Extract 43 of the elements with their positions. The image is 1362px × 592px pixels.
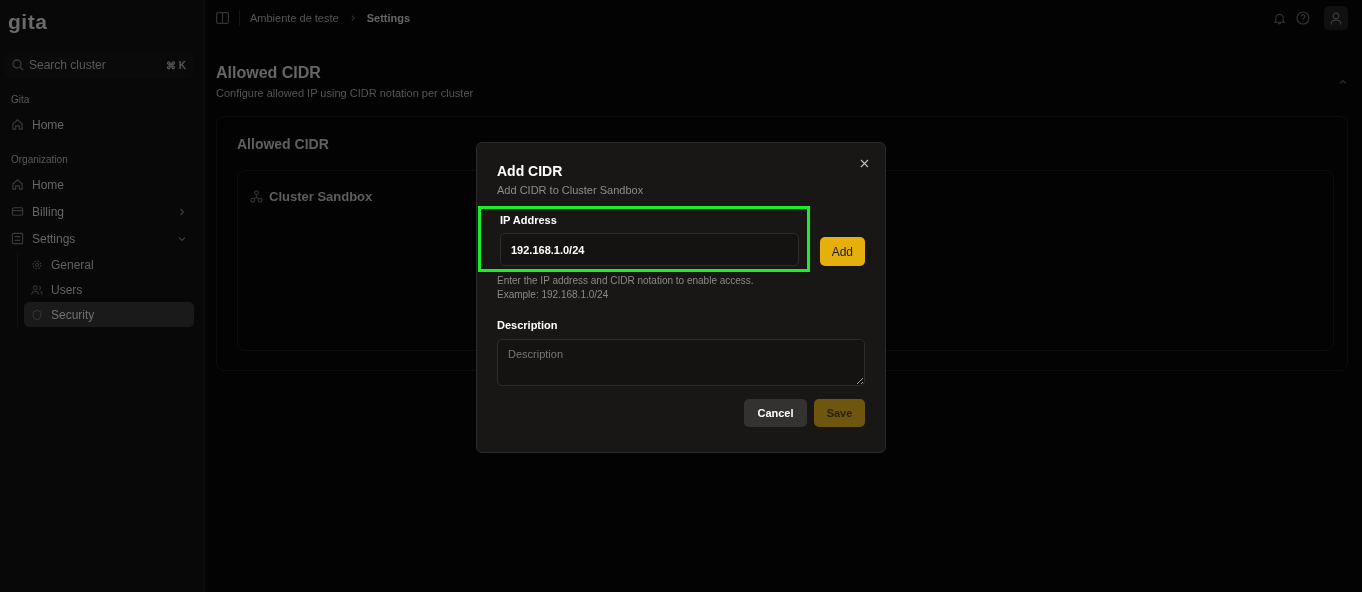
sidebar-toggle-icon[interactable]	[216, 12, 229, 24]
users-icon	[31, 283, 43, 296]
user-avatar-button[interactable]	[1324, 6, 1348, 30]
example-text: Example: 192.168.1.0/24	[497, 289, 609, 300]
dialog-subtitle: Add CIDR to Cluster Sandbox	[497, 184, 644, 196]
sidebar-item[interactable]: Settings	[4, 225, 194, 252]
shield-icon	[31, 308, 43, 321]
card-title: Allowed CIDR	[237, 136, 329, 152]
close-icon[interactable]	[860, 159, 869, 168]
page-subtitle: Configure allowed IP using CIDR notation per cluster	[216, 87, 474, 99]
add-button[interactable]: Add	[819, 237, 865, 266]
card-icon	[11, 205, 24, 218]
dialog-title: Add CIDR	[497, 163, 563, 179]
section-label: Gita	[11, 94, 30, 105]
sidebar-item[interactable]: Users	[24, 277, 194, 302]
cluster-name: Cluster Sandbox	[269, 189, 373, 204]
cluster-icon	[250, 190, 263, 203]
search-field[interactable]: Search cluster	[29, 58, 161, 72]
search-icon	[12, 59, 24, 71]
sidebar-item[interactable]: General	[24, 252, 194, 277]
bell-icon[interactable]	[1273, 11, 1286, 25]
shortcut-hint: ⌘ K	[166, 59, 186, 71]
page-title: Allowed CIDR	[216, 64, 322, 82]
logo: gita	[7, 10, 48, 34]
breadcrumb-item: Settings	[366, 12, 411, 24]
breadcrumb-item[interactable]: Ambiente de teste	[250, 12, 339, 24]
cancel-button[interactable]: Cancel	[744, 399, 807, 427]
sidebar-item[interactable]: Home	[4, 111, 194, 138]
field-label: Description	[497, 319, 558, 331]
settings-icon	[11, 232, 24, 245]
user-icon	[1330, 11, 1342, 25]
home-icon	[11, 118, 24, 131]
sidebar-item[interactable]: Security	[24, 302, 194, 327]
home-icon	[11, 178, 24, 191]
section-label: Organization	[11, 154, 68, 165]
help-icon[interactable]	[1296, 11, 1310, 25]
sidebar-item[interactable]: Home	[4, 171, 194, 198]
sidebar-item[interactable]: Billing	[4, 198, 194, 225]
help-text: Enter the IP address and CIDR notation to enable access.	[497, 275, 754, 286]
ip-address-field[interactable]: 192.168.1.0/24	[500, 233, 799, 266]
description-field[interactable]: Description	[497, 339, 865, 386]
field-label: IP Address	[500, 214, 557, 226]
gear-icon	[31, 258, 43, 271]
